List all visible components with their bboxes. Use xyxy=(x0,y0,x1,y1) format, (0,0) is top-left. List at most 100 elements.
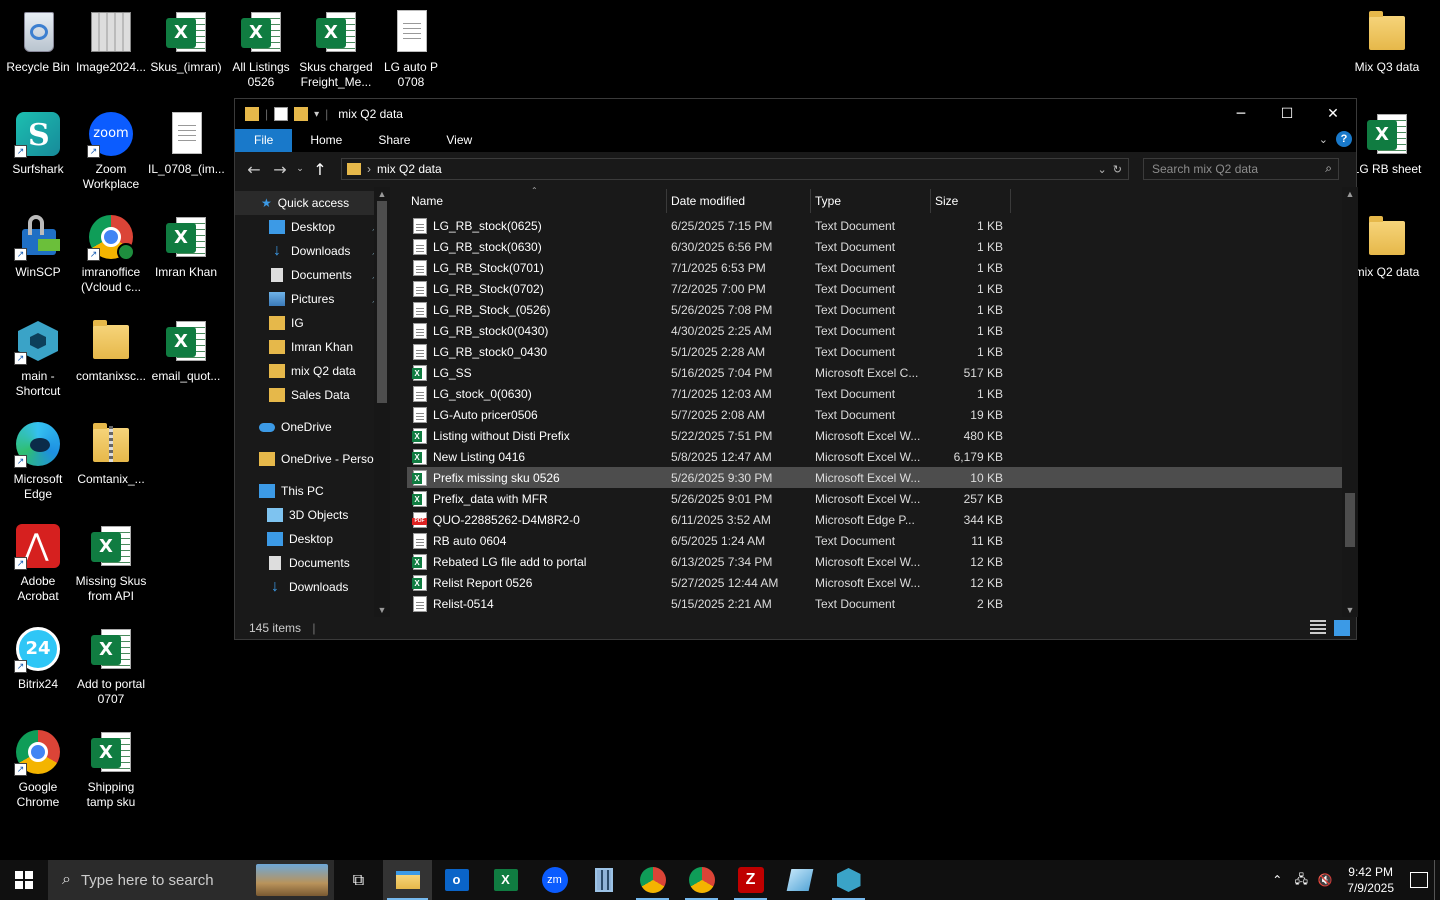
recent-locations-chevron-icon[interactable]: ⌄ xyxy=(293,164,307,174)
taskbar-file-explorer[interactable] xyxy=(383,860,432,900)
address-bar[interactable]: › mix Q2 data ⌄ ↻ xyxy=(341,158,1129,180)
file-row[interactable]: LG_stock_0(0630) 7/1/2025 12:03 AM Text Do… xyxy=(407,383,1342,404)
scroll-down-icon[interactable]: ▼ xyxy=(1342,605,1358,615)
up-arrow-icon[interactable]: ↑ xyxy=(307,160,333,179)
scroll-thumb[interactable] xyxy=(1345,493,1355,547)
desktop-icon-microsoft-edge[interactable]: ↗ Microsoft Edge xyxy=(0,420,76,502)
desktop-icon-shipping-tamp-sku[interactable]: X Shipping tamp sku xyxy=(73,728,149,810)
file-row[interactable]: Relist-0514 5/15/2025 2:21 AM Text Documen… xyxy=(407,593,1342,614)
desktop-icon-email-quot[interactable]: X email_quot... xyxy=(148,317,224,384)
file-row[interactable]: Relist Report 0526 5/27/2025 12:44 AM Micr… xyxy=(407,572,1342,593)
scroll-thumb[interactable] xyxy=(377,201,387,403)
network-icon[interactable]: 🖧 xyxy=(1289,870,1313,891)
desktop-icon-lg-rb-sheet[interactable]: X LG RB sheet xyxy=(1349,110,1425,177)
file-row[interactable]: Prefix_data with MFR 5/26/2025 9:01 PM Mic… xyxy=(407,488,1342,509)
nav-pc-documents[interactable]: Documents xyxy=(235,551,390,575)
nav-onedrive[interactable]: OneDrive xyxy=(235,415,390,439)
desktop-icon-mix-q3-data[interactable]: Mix Q3 data xyxy=(1349,8,1425,75)
file-row[interactable]: LG_RB_Stock(0701) 7/1/2025 6:53 PM Text Do… xyxy=(407,257,1342,278)
desktop-icon-main-shortcut[interactable]: ↗ main - Shortcut xyxy=(0,317,76,399)
nav-3d-objects[interactable]: 3D Objects xyxy=(235,503,390,527)
file-row[interactable]: Listing without Disti Prefix 5/22/2025 7:… xyxy=(407,425,1342,446)
file-row[interactable]: QUO-22885262-D4M8R2-0 6/11/2025 3:52 AM Mi… xyxy=(407,509,1342,530)
desktop-icon-skus-imran[interactable]: X Skus_(imran) xyxy=(148,8,224,75)
expand-ribbon-icon[interactable]: ⌄ xyxy=(1319,133,1328,146)
taskbar-zoom[interactable]: zm xyxy=(530,860,579,900)
nav-documents[interactable]: Documents 📌 xyxy=(235,263,390,287)
volume-muted-icon[interactable]: 🔇 xyxy=(1313,873,1337,887)
properties-icon[interactable] xyxy=(274,107,289,121)
tab-home[interactable]: Home xyxy=(292,129,360,152)
breadcrumb-current[interactable]: mix Q2 data xyxy=(377,162,442,176)
customize-toolbar-icon[interactable]: ▾ xyxy=(314,109,319,120)
search-input[interactable]: Search mix Q2 data ⌕ xyxy=(1143,158,1339,180)
desktop-icon-skus-charged[interactable]: X Skus charged Freight_Me... xyxy=(298,8,374,90)
file-row[interactable]: LG-Auto pricer0506 5/7/2025 2:08 AM Text D… xyxy=(407,404,1342,425)
desktop-icon-missing-skus[interactable]: X Missing Skus from API xyxy=(73,522,149,604)
desktop-icon-bitrix24[interactable]: 24 ↗ Bitrix24 xyxy=(0,625,76,692)
nav-desktop[interactable]: Desktop 📌 xyxy=(235,215,390,239)
forward-arrow-icon[interactable]: → xyxy=(267,160,293,179)
taskbar-chrome[interactable] xyxy=(628,860,677,900)
refresh-icon[interactable]: ↻ xyxy=(1113,164,1122,176)
scroll-up-icon[interactable]: ▲ xyxy=(374,189,390,199)
address-dropdown-icon[interactable]: ⌄ xyxy=(1097,164,1106,176)
taskbar-chrome-profile[interactable] xyxy=(677,860,726,900)
desktop-icon-imran-khan[interactable]: X Imran Khan xyxy=(148,213,224,280)
desktop-icon-il-0708[interactable]: IL_0708_(im... xyxy=(148,110,225,177)
nav-sales-data[interactable]: Sales Data xyxy=(235,383,390,407)
desktop-icon-google-chrome[interactable]: ↗ Google Chrome xyxy=(0,728,76,810)
file-row[interactable]: LG_RB_Stock_(0526) 5/26/2025 7:08 PM Text … xyxy=(407,299,1342,320)
title-bar[interactable]: | ▾ | mix Q2 data ─ ☐ ✕ xyxy=(235,99,1356,129)
scroll-up-icon[interactable]: ▲ xyxy=(1342,189,1358,199)
desktop-icon-all-listings[interactable]: X All Listings 0526 xyxy=(223,8,299,90)
nav-this-pc[interactable]: This PC xyxy=(235,479,390,503)
desktop-icon-zoom-workplace[interactable]: zoom ↗ Zoom Workplace xyxy=(73,110,149,192)
taskbar-calculator[interactable] xyxy=(579,860,628,900)
taskbar-app-hexagon[interactable] xyxy=(824,860,873,900)
file-row[interactable]: Prefix missing sku 0526 5/26/2025 9:30 PM… xyxy=(407,467,1342,488)
desktop-icon-imranoffice[interactable]: ↗ imranoffice (Vcloud c... xyxy=(73,213,149,295)
file-row[interactable]: Rebated LG file add to portal 6/13/2025 7… xyxy=(407,551,1342,572)
file-row[interactable]: LG_RB_stock(0630) 6/30/2025 6:56 PM Text D… xyxy=(407,236,1342,257)
back-arrow-icon[interactable]: ← xyxy=(241,160,267,179)
maximize-button[interactable]: ☐ xyxy=(1264,99,1310,129)
nav-ig[interactable]: IG xyxy=(235,311,390,335)
column-header-date[interactable]: Date modified xyxy=(667,188,811,213)
navigation-scrollbar[interactable]: ▲ ▼ xyxy=(374,187,390,617)
minimize-button[interactable]: ─ xyxy=(1218,99,1264,129)
taskbar-filezilla[interactable]: Z xyxy=(726,860,775,900)
nav-downloads[interactable]: ↓ Downloads 📌 xyxy=(235,239,390,263)
new-folder-icon[interactable] xyxy=(294,107,309,121)
column-header-type[interactable]: Type xyxy=(811,188,931,213)
details-view-icon[interactable] xyxy=(1310,620,1326,636)
file-row[interactable]: LG_RB_stock(0625) 6/25/2025 7:15 PM Text D… xyxy=(407,215,1342,236)
desktop-icon-mix-q2-data[interactable]: mix Q2 data xyxy=(1349,213,1425,280)
taskbar-notepad[interactable] xyxy=(775,860,824,900)
nav-pc-downloads[interactable]: ↓ Downloads xyxy=(235,575,390,599)
file-row[interactable]: LG_SS 5/16/2025 7:04 PM Microsoft Excel C.… xyxy=(407,362,1342,383)
file-row[interactable]: LG_RB_stock0_0430 5/1/2025 2:28 AM Text Do… xyxy=(407,341,1342,362)
help-icon[interactable]: ? xyxy=(1336,131,1352,147)
tab-view[interactable]: View xyxy=(428,129,490,152)
nav-onedrive-personal[interactable]: OneDrive - Persor xyxy=(235,447,390,471)
file-list-scrollbar[interactable]: ▲ ▼ xyxy=(1342,187,1358,617)
task-view-button[interactable]: ⧉ xyxy=(334,860,383,900)
show-desktop-button[interactable] xyxy=(1434,860,1440,900)
nav-pictures[interactable]: Pictures 📌 xyxy=(235,287,390,311)
desktop-icon-winscp[interactable]: ↗ WinSCP xyxy=(0,213,76,280)
desktop-icon-comtanixsc[interactable]: comtanixsc... xyxy=(73,317,149,384)
show-hidden-icons-chevron-icon[interactable]: ⌃ xyxy=(1265,873,1289,887)
desktop-icon-image2024[interactable]: Image2024... xyxy=(73,8,149,75)
file-row[interactable]: LG_RB_stock0(0430) 4/30/2025 2:25 AM Text … xyxy=(407,320,1342,341)
tab-file[interactable]: File xyxy=(235,129,293,152)
start-button[interactable] xyxy=(0,860,48,900)
search-highlight-image[interactable] xyxy=(256,864,328,896)
file-row[interactable]: LG_RB_Stock(0702) 7/2/2025 7:00 PM Text Do… xyxy=(407,278,1342,299)
nav-imran-khan[interactable]: Imran Khan xyxy=(235,335,390,359)
desktop-icon-adobe-acrobat[interactable]: ⋀ ↗ Adobe Acrobat xyxy=(0,522,76,604)
nav-mix-q2-data[interactable]: mix Q2 data xyxy=(235,359,390,383)
breadcrumb-chevron-icon[interactable]: › xyxy=(367,162,371,176)
scroll-down-icon[interactable]: ▼ xyxy=(374,605,390,615)
large-icons-view-icon[interactable] xyxy=(1334,620,1350,636)
